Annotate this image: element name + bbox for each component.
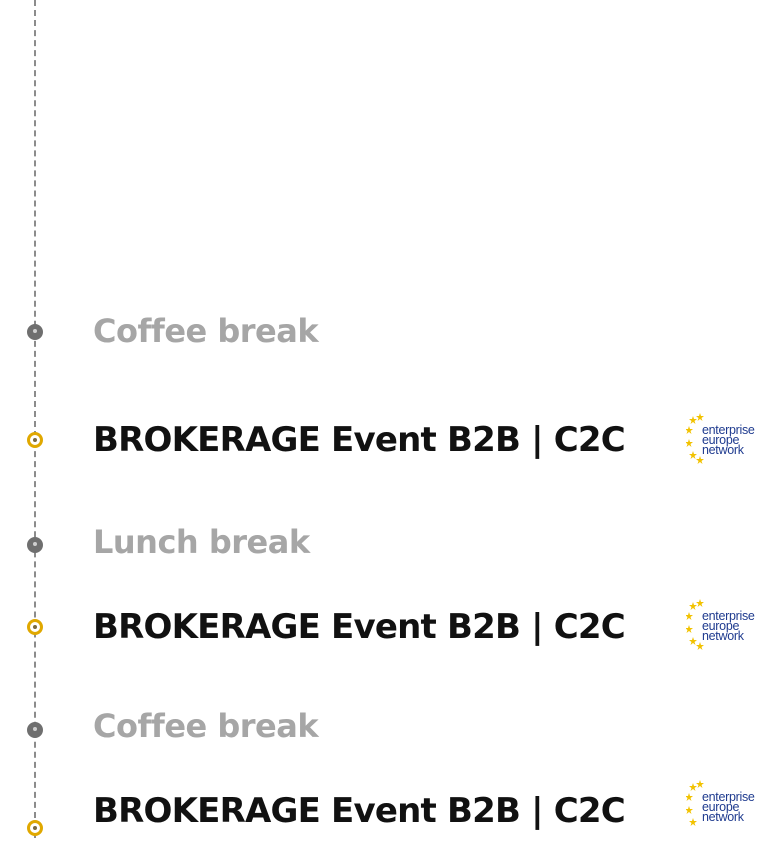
logo-wordmark: enterprise europe network bbox=[702, 424, 755, 457]
break-title: Lunch break bbox=[93, 523, 310, 561]
enterprise-europe-network-logo: enterprise europe network bbox=[686, 411, 782, 471]
logo-line: network bbox=[702, 810, 744, 824]
timeline-dot-icon bbox=[27, 537, 43, 553]
timeline-dot-icon bbox=[27, 619, 43, 635]
schedule-item-break: Coffee break bbox=[0, 302, 782, 362]
timeline-dot-icon bbox=[27, 722, 43, 738]
schedule-item-event[interactable]: BROKERAGE Event B2B | C2C enterprise eur… bbox=[0, 597, 782, 657]
logo-line: network bbox=[702, 443, 744, 457]
logo-wordmark: enterprise europe network bbox=[702, 791, 755, 824]
break-title: Coffee break bbox=[93, 312, 319, 350]
schedule-item-event[interactable]: BROKERAGE Event B2B | C2C enterprise eur… bbox=[0, 780, 782, 842]
timeline-dot-icon bbox=[27, 324, 43, 340]
event-title[interactable]: BROKERAGE Event B2B | C2C bbox=[93, 791, 626, 831]
timeline-dot-icon bbox=[27, 432, 43, 448]
logo-wordmark: enterprise europe network bbox=[702, 610, 755, 643]
schedule-item-event[interactable]: BROKERAGE Event B2B | C2C enterprise eur… bbox=[0, 412, 782, 472]
schedule-item-break: Coffee break bbox=[0, 702, 782, 762]
schedule-item-break: Lunch break bbox=[0, 515, 782, 575]
timeline-dot-icon bbox=[27, 820, 43, 836]
logo-line: network bbox=[702, 629, 744, 643]
event-title[interactable]: BROKERAGE Event B2B | C2C bbox=[93, 607, 626, 647]
break-title: Coffee break bbox=[93, 707, 319, 745]
enterprise-europe-network-logo: enterprise europe network bbox=[686, 778, 782, 838]
event-title[interactable]: BROKERAGE Event B2B | C2C bbox=[93, 420, 626, 460]
enterprise-europe-network-logo: enterprise europe network bbox=[686, 597, 782, 657]
